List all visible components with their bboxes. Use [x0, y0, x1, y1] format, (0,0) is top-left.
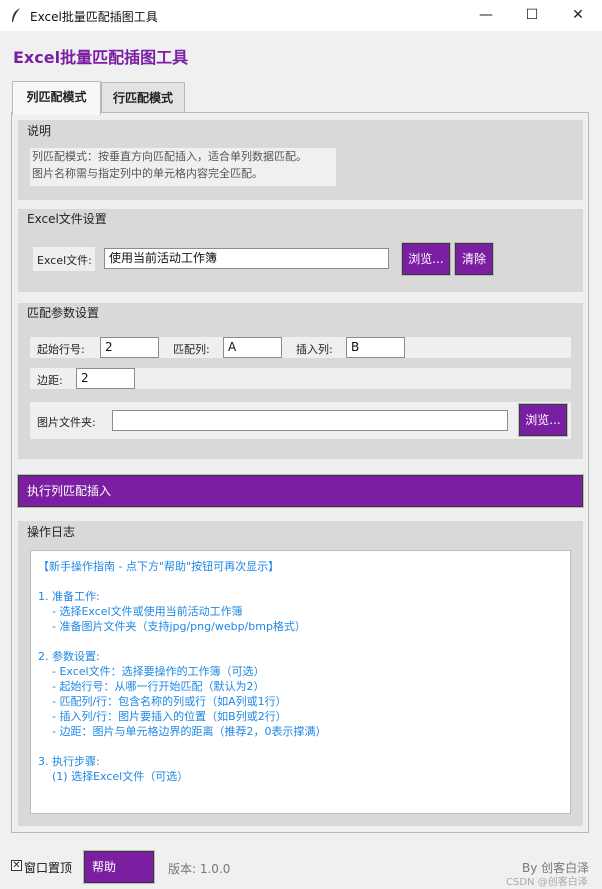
log-line: - 边距：图片与单元格边界的距离（推荐2，0表示撑满） [38, 725, 327, 738]
excel-settings-title: Excel文件设置 [27, 212, 107, 226]
log-line: (1) 选择Excel文件（可选） [38, 770, 189, 783]
log-line: - 匹配列/行：包含名称的列或行（如A列或1行） [38, 695, 287, 708]
watermark-text: CSDN @创客白泽 [506, 877, 588, 888]
execute-button[interactable]: 执行列匹配插入 [17, 474, 584, 508]
title-bar[interactable]: Excel批量匹配插图工具 — ☐ ✕ [0, 0, 602, 31]
tab-row-match[interactable]: 行匹配模式 [101, 82, 185, 113]
margin-label: 边距: [37, 374, 63, 387]
log-line: - 准备图片文件夹（支持jpg/png/webp/bmp格式） [38, 620, 306, 633]
maximize-button[interactable]: ☐ [509, 0, 555, 31]
close-icon: ✕ [572, 7, 584, 23]
tab-column-match[interactable]: 列匹配模式 [12, 81, 101, 115]
excel-file-input[interactable]: 使用当前活动工作簿 [104, 248, 389, 269]
window-title: Excel批量匹配插图工具 [30, 10, 158, 24]
maximize-icon: ☐ [525, 7, 539, 23]
folder-browse-button[interactable]: 浏览... [518, 403, 568, 437]
match-params-title: 匹配参数设置 [27, 306, 100, 320]
log-line: - 选择Excel文件或使用当前活动工作簿 [38, 605, 243, 618]
folder-input[interactable] [112, 410, 508, 431]
insert-col-label: 插入列: [296, 343, 333, 356]
start-row-input[interactable]: 2 [100, 337, 159, 358]
log-line: 【新手操作指南 - 点下方"帮助"按钮可再次显示】 [38, 560, 280, 573]
close-button[interactable]: ✕ [555, 0, 601, 31]
log-line: 2. 参数设置: [38, 650, 100, 663]
topmost-label[interactable]: 窗口置顶 [24, 859, 72, 876]
bottom-bar: ✕ 窗口置顶 帮助 版本: 1.0.0 By 创客白泽 CSDN @创客白泽 [0, 845, 602, 889]
log-line: 1. 准备工作: [38, 590, 100, 603]
excel-file-label: Excel文件: [37, 254, 92, 267]
app-header-title: Excel批量匹配插图工具 [13, 48, 189, 67]
description-line: 列匹配模式：按垂直方向匹配插入，适合单列数据匹配。 [32, 150, 307, 163]
start-row-label: 起始行号: [37, 343, 85, 356]
log-line: - 起始行号：从哪一行开始匹配（默认为2） [38, 680, 265, 693]
folder-label: 图片文件夹: [37, 416, 96, 429]
excel-clear-button[interactable]: 清除 [454, 242, 494, 276]
excel-browse-button[interactable]: 浏览... [401, 242, 451, 276]
help-button[interactable]: 帮助 [83, 850, 155, 884]
minimize-button[interactable]: — [463, 0, 509, 31]
log-line: 3. 执行步骤: [38, 755, 100, 768]
description-text: 列匹配模式：按垂直方向匹配插入，适合单列数据匹配。 图片名称需与指定列中的单元格… [30, 148, 336, 186]
log-line: - Excel文件：选择要操作的工作簿（可选） [38, 665, 265, 678]
log-title: 操作日志 [27, 525, 76, 539]
match-col-label: 匹配列: [173, 343, 210, 356]
version-label: 版本: 1.0.0 [168, 862, 231, 876]
description-line: 图片名称需与指定列中的单元格内容完全匹配。 [32, 167, 263, 180]
description-title: 说明 [27, 124, 52, 138]
topmost-checkbox[interactable]: ✕ [11, 860, 22, 871]
log-text-area[interactable]: 【新手操作指南 - 点下方"帮助"按钮可再次显示】 1. 准备工作: - 选择E… [30, 550, 571, 814]
log-line: - 插入列/行：图片要插入的位置（如B列或2行） [38, 710, 287, 723]
insert-col-input[interactable]: B [346, 337, 405, 358]
margin-input[interactable]: 2 [76, 368, 135, 389]
feather-icon [10, 7, 22, 27]
minimize-icon: — [479, 7, 493, 23]
match-col-input[interactable]: A [223, 337, 282, 358]
